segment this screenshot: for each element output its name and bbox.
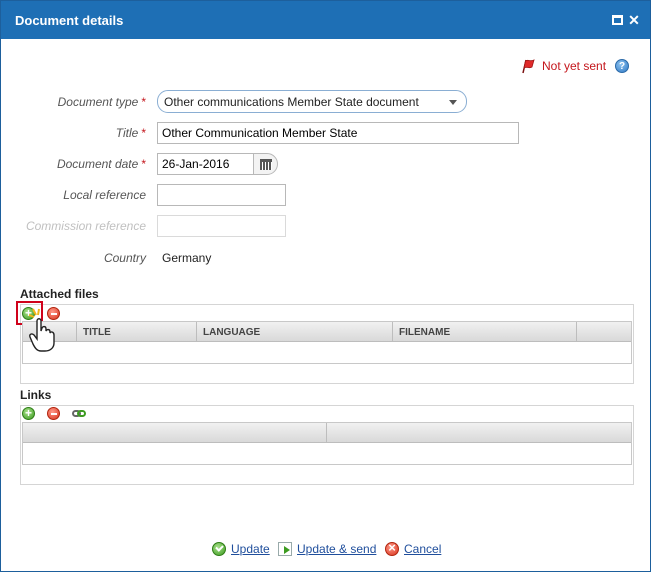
close-icon[interactable]: ✕ (627, 13, 641, 27)
links-table (22, 422, 632, 465)
local-reference-label: Local reference (63, 188, 146, 202)
status-text: Not yet sent (542, 59, 607, 73)
col-filename[interactable]: FILENAME (393, 322, 577, 342)
links-col-2[interactable] (327, 423, 632, 443)
title-input[interactable]: Other Communication Member State (157, 122, 519, 144)
link-icon[interactable] (72, 408, 88, 420)
update-link[interactable]: Update (231, 542, 270, 556)
update-send-button[interactable]: Update & send (278, 541, 376, 557)
attached-files-title: Attached files (20, 287, 99, 301)
links-title: Links (20, 388, 52, 402)
document-type-select[interactable]: Other communications Member State docume… (157, 90, 467, 113)
attached-files-table: TITLE LANGUAGE FILENAME (22, 321, 632, 364)
document-details-dialog: Document details ✕ Not yet sent ? Docume… (0, 0, 651, 572)
cancel-button[interactable]: Cancel (385, 540, 441, 557)
col-title[interactable]: TITLE (77, 322, 197, 342)
cancel-icon (385, 540, 399, 556)
calendar-icon[interactable] (253, 153, 278, 175)
red-flag-icon (522, 59, 535, 74)
country-value: Germany (162, 251, 212, 265)
document-type-value: Other communications Member State docume… (164, 95, 419, 109)
update-button[interactable]: Update (212, 541, 270, 557)
update-send-link[interactable]: Update & send (297, 542, 376, 556)
document-date-label: Document date * (56, 157, 146, 171)
add-link-icon[interactable] (22, 406, 35, 420)
cancel-link[interactable]: Cancel (404, 542, 441, 556)
title-bar: Document details ✕ (1, 1, 650, 39)
col-extra (577, 322, 632, 342)
send-icon (278, 542, 292, 556)
country-label: Country (103, 251, 146, 265)
document-type-label: Document type * (57, 95, 146, 109)
help-icon[interactable]: ? (615, 59, 629, 73)
commission-reference-input (157, 215, 286, 237)
chevron-down-icon (449, 100, 457, 105)
check-icon (212, 542, 226, 556)
pointer-hand-icon (28, 308, 55, 352)
maximize-icon[interactable] (610, 13, 624, 27)
col-language[interactable]: LANGUAGE (197, 322, 393, 342)
send-status: Not yet sent (520, 57, 606, 75)
title-label: Title * (115, 126, 146, 140)
commission-reference-label: Commission reference (25, 219, 146, 233)
remove-link-icon[interactable] (47, 407, 60, 420)
links-col-1[interactable] (23, 423, 327, 443)
links-header (23, 423, 631, 443)
local-reference-input[interactable] (157, 184, 286, 206)
dialog-title: Document details (15, 13, 124, 28)
document-date-input[interactable]: 26-Jan-2016 (157, 153, 254, 175)
attached-files-header: TITLE LANGUAGE FILENAME (23, 322, 631, 342)
